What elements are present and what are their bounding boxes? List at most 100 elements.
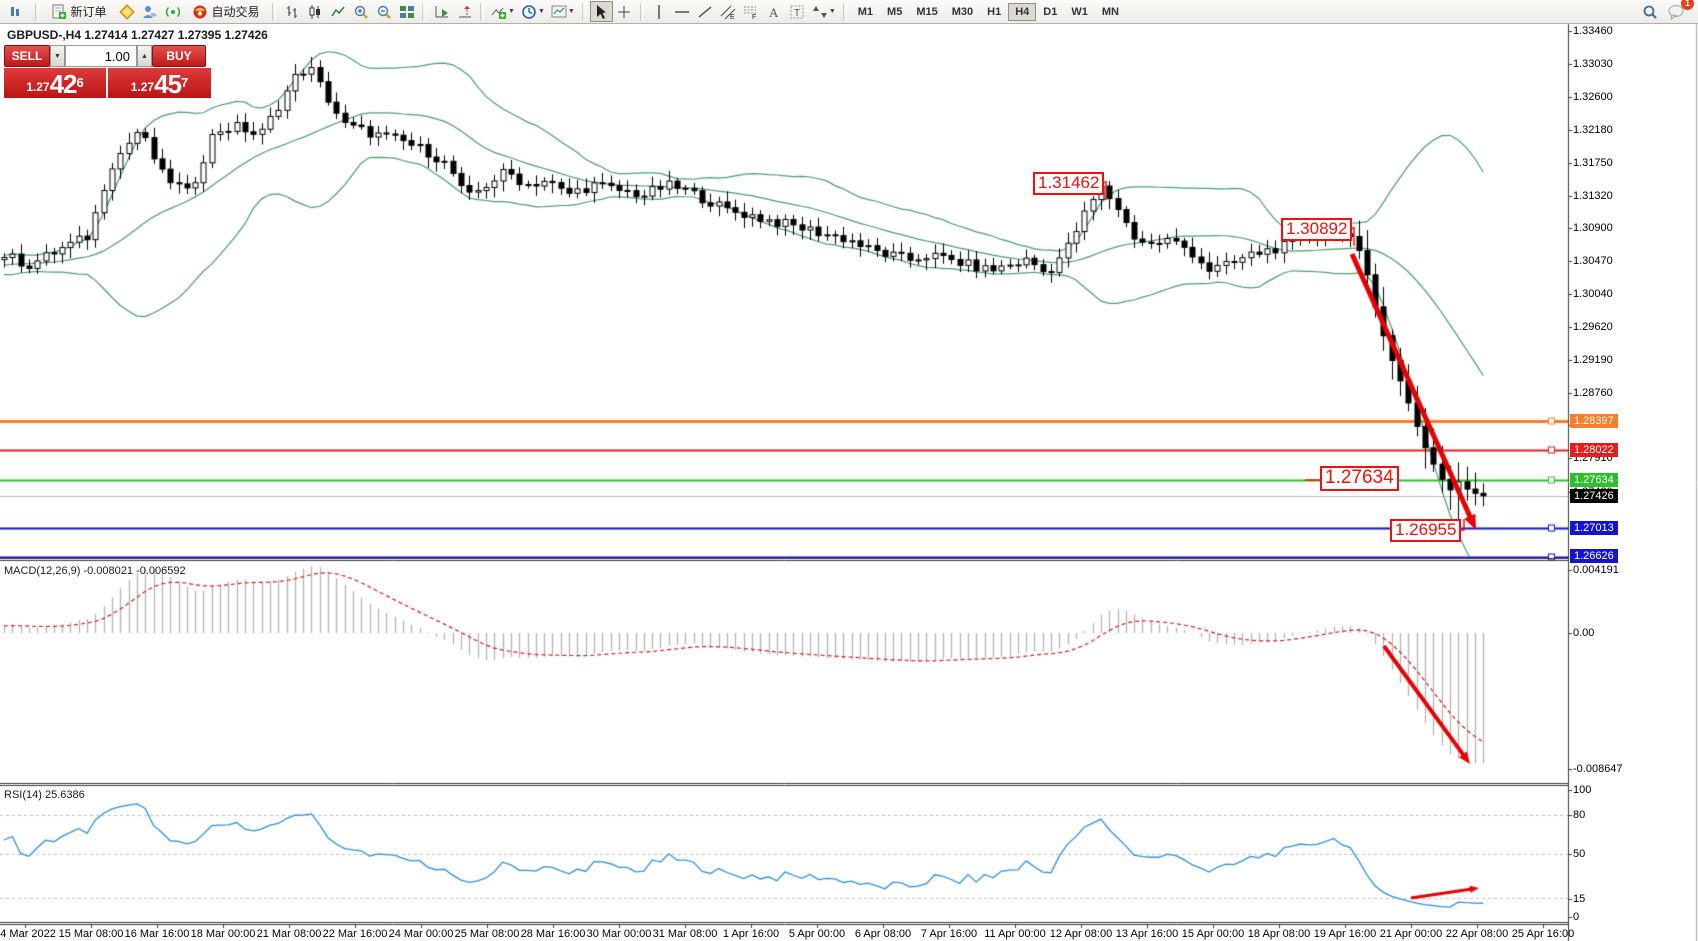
search-icon	[1642, 4, 1658, 20]
label-icon: T	[789, 4, 805, 20]
autotrading-button[interactable]: 自动交易	[184, 1, 268, 22]
vertical-line-button[interactable]	[648, 1, 671, 22]
chart-shift-icon	[457, 4, 473, 20]
chart-window-icon[interactable]	[2, 0, 31, 23]
buy-button[interactable]: BUY	[152, 45, 206, 67]
text-button[interactable]: A	[763, 1, 786, 22]
time-tick-label: 18 Mar 00:00	[191, 928, 256, 940]
buy-price-small: 1.27	[131, 77, 154, 97]
macd-axis-label: 0.00	[1573, 627, 1594, 639]
arrows-icon	[812, 4, 828, 20]
timeframe-m1[interactable]: M1	[851, 3, 880, 21]
time-tick-label: 16 Mar 16:00	[125, 928, 190, 940]
price-tick-label: 1.30040	[1573, 288, 1613, 300]
price-level-badge: 1.28397	[1570, 414, 1618, 428]
metaeditor-button[interactable]	[115, 1, 138, 22]
price-annotation[interactable]: 1.30892	[1281, 218, 1352, 241]
line-chart-icon	[330, 4, 346, 20]
buy-price-sup: 7	[181, 68, 188, 98]
time-tick-label: 22 Mar 16:00	[323, 928, 388, 940]
timeframe-m30[interactable]: M30	[945, 3, 980, 21]
templates-button[interactable]: ▼	[548, 1, 578, 22]
tile-windows-button[interactable]	[395, 1, 418, 22]
bars-chart-button[interactable]	[280, 1, 303, 22]
autotrading-label: 自动交易	[211, 3, 259, 20]
hline-icon	[674, 4, 690, 20]
horizontal-line-button[interactable]	[671, 1, 694, 22]
time-tick-label: 1 Apr 16:00	[723, 928, 779, 940]
text-label-button[interactable]: T	[786, 1, 809, 22]
buy-price-panel[interactable]: 1.27457	[108, 68, 211, 98]
metaeditor-icon	[119, 4, 135, 20]
autotrading-icon	[192, 4, 208, 20]
chart-canvas[interactable]	[0, 0, 1698, 941]
rsi-axis-label: 80	[1573, 809, 1585, 821]
text-icon: A	[766, 4, 782, 20]
equidistant-channel-button[interactable]: E	[717, 1, 740, 22]
chart-shift-button[interactable]	[453, 1, 476, 22]
svg-text:E: E	[730, 14, 735, 20]
periods-button[interactable]: ▼	[518, 1, 548, 22]
price-annotation[interactable]: 1.31462	[1033, 172, 1104, 195]
sell-price-sup: 6	[77, 68, 84, 98]
cursor-button[interactable]	[590, 1, 613, 22]
price-level-badge: 1.26626	[1570, 549, 1618, 563]
timeframe-m15[interactable]: M15	[909, 3, 944, 21]
time-tick-label: 14 Mar 2022	[0, 928, 56, 940]
arrows-button[interactable]: ▼	[809, 1, 839, 22]
timeframe-mn[interactable]: MN	[1095, 3, 1126, 21]
crosshair-icon	[616, 4, 632, 20]
divider	[422, 3, 426, 21]
price-annotation[interactable]: 1.27634	[1320, 466, 1399, 491]
svg-text:T: T	[794, 8, 800, 19]
sell-price-panel[interactable]: 1.27426	[4, 68, 106, 98]
signals-button[interactable]	[161, 1, 184, 22]
rsi-axis-label: 15	[1573, 893, 1585, 905]
timeframe-m5[interactable]: M5	[880, 3, 909, 21]
time-tick-label: 12 Apr 08:00	[1050, 928, 1112, 940]
price-tick-label: 1.32600	[1573, 91, 1613, 103]
rsi-axis-label: 0	[1573, 911, 1579, 923]
market-button[interactable]	[138, 1, 161, 22]
new-order-label: 新订单	[70, 3, 106, 20]
chevron-down-icon: ▼	[538, 8, 545, 15]
volume-decrease-button[interactable]: ▼	[50, 45, 65, 67]
crosshair-button[interactable]	[613, 1, 636, 22]
price-tick-label: 1.31750	[1573, 157, 1613, 169]
new-order-icon	[51, 4, 67, 20]
price-level-badge: 1.28022	[1570, 443, 1618, 457]
symbol-quote-line: GBPUSD-,H4 1.27414 1.27427 1.27395 1.274…	[7, 28, 268, 42]
price-tick-label: 1.30470	[1573, 255, 1613, 267]
sell-button[interactable]: SELL	[4, 45, 50, 67]
candles-chart-button[interactable]	[303, 1, 326, 22]
time-tick-label: 28 Mar 16:00	[521, 928, 586, 940]
indicators-button[interactable]: ▼	[488, 1, 518, 22]
timeframe-h4[interactable]: H4	[1008, 3, 1036, 21]
trendline-button[interactable]	[694, 1, 717, 22]
timeframe-h1[interactable]: H1	[980, 3, 1008, 21]
cursor-icon	[593, 4, 609, 20]
time-tick-label: 31 Mar 08:00	[653, 928, 718, 940]
sell-price-big: 42	[50, 71, 77, 97]
price-annotation[interactable]: 1.26955	[1390, 519, 1461, 542]
volume-field[interactable]: 1.00	[65, 45, 137, 67]
svg-text:F: F	[752, 14, 756, 20]
macd-axis-label: 0.004191	[1573, 564, 1619, 576]
fibonacci-button[interactable]: F	[740, 1, 763, 22]
timeframe-d1[interactable]: D1	[1036, 3, 1064, 21]
search-button[interactable]	[1638, 1, 1661, 22]
volume-increase-button[interactable]: ▲	[137, 45, 152, 67]
periods-icon	[521, 4, 537, 20]
bars-chart-icon	[284, 4, 300, 20]
macd-indicator-label: MACD(12,26,9) -0.008021 -0.006592	[4, 565, 186, 577]
autoscroll-button[interactable]	[430, 1, 453, 22]
zoom-out-button[interactable]	[372, 1, 395, 22]
chevron-down-icon: ▼	[568, 8, 575, 15]
chat-button[interactable]: 1	[1661, 0, 1690, 23]
timeframe-group: M1M5M15M30H1H4D1W1MN	[851, 3, 1126, 21]
divider	[480, 3, 484, 21]
timeframe-w1[interactable]: W1	[1064, 3, 1095, 21]
new-order-button[interactable]: 新订单	[43, 1, 115, 22]
zoom-in-button[interactable]	[349, 1, 372, 22]
line-chart-button[interactable]	[326, 1, 349, 22]
